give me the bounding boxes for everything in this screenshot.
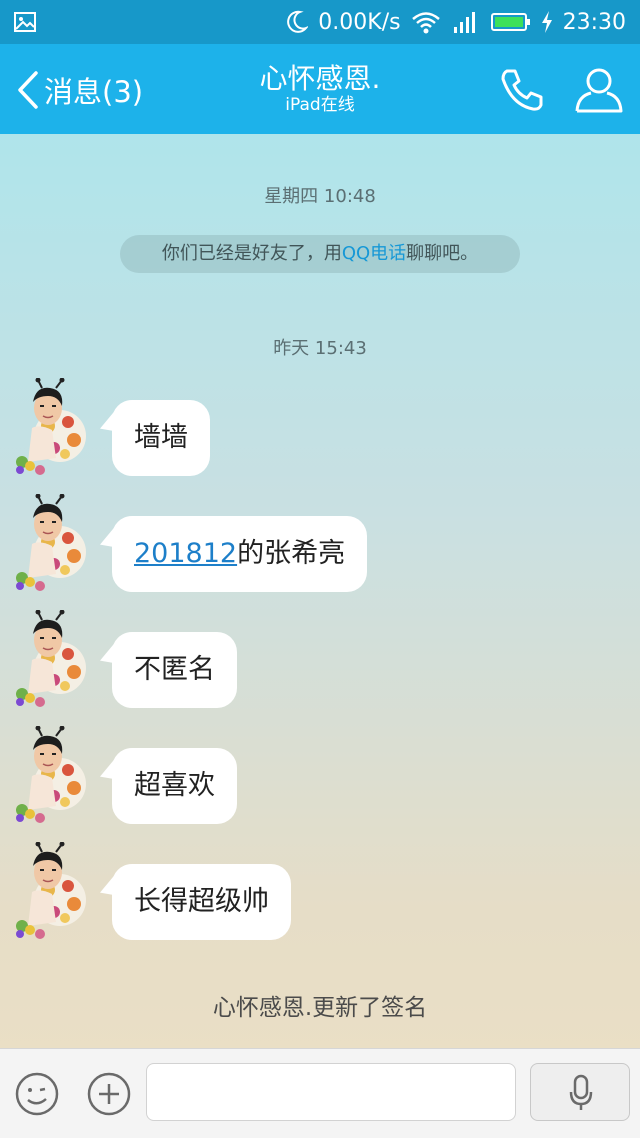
message-bubble[interactable]: 超喜欢: [112, 748, 237, 824]
avatar[interactable]: [10, 610, 92, 710]
message-item: 201812的张希亮: [0, 494, 640, 604]
microphone-icon: [569, 1074, 593, 1110]
clock: 23:30: [562, 9, 626, 35]
signature-update-notice[interactable]: 心怀感恩.更新了签名: [0, 988, 640, 1022]
message-text: 长得超级帅: [134, 886, 269, 917]
wifi-icon: [411, 12, 440, 34]
message-item: 超喜欢: [0, 726, 640, 836]
qq-call-link[interactable]: QQ电话: [342, 243, 406, 264]
message-bubble[interactable]: 不匿名: [112, 632, 237, 708]
timestamp: 星期四 10:48: [264, 186, 376, 207]
message-bubble[interactable]: 201812的张希亮: [112, 516, 368, 592]
friend-notice: 你们已经是好友了，用QQ电话聊聊吧。: [120, 235, 520, 273]
profile-icon[interactable]: [574, 66, 624, 114]
charging-icon: [541, 11, 552, 33]
network-speed: 0.00K/s: [318, 9, 401, 35]
message-bubble[interactable]: 长得超级帅: [112, 864, 291, 940]
battery-icon: [490, 13, 530, 31]
notice-suffix: 聊聊吧。: [406, 243, 479, 264]
timestamp: 昨天 15:43: [273, 338, 367, 359]
avatar[interactable]: [10, 842, 92, 942]
message-input[interactable]: [146, 1063, 516, 1121]
message-text: 墙墙: [134, 422, 188, 453]
moon-icon: [287, 10, 309, 33]
emoji-icon[interactable]: [14, 1071, 60, 1117]
chat-header: 消息(3) 心怀感恩. iPad在线: [0, 44, 640, 134]
message-item: 墙墙: [0, 378, 640, 488]
notice-prefix: 你们已经是好友了，用: [161, 243, 342, 264]
avatar[interactable]: [10, 378, 92, 478]
message-text: 不匿名: [134, 654, 215, 685]
message-item: 长得超级帅: [0, 842, 640, 952]
signal-icon: [453, 12, 475, 33]
input-bar: [0, 1048, 640, 1138]
plus-icon[interactable]: [86, 1071, 132, 1117]
status-bar: 0.00K/s 23:30: [0, 0, 640, 44]
message-bubble[interactable]: 墙墙: [112, 400, 210, 476]
voice-button[interactable]: [530, 1063, 630, 1121]
avatar[interactable]: [10, 726, 92, 826]
message-text: 超喜欢: [134, 770, 215, 801]
phone-icon[interactable]: [498, 66, 546, 114]
number-link[interactable]: 201812: [134, 538, 237, 569]
message-item: 不匿名: [0, 610, 640, 720]
message-text: 的张希亮: [237, 538, 346, 569]
image-icon: [14, 12, 36, 32]
avatar[interactable]: [10, 494, 92, 594]
